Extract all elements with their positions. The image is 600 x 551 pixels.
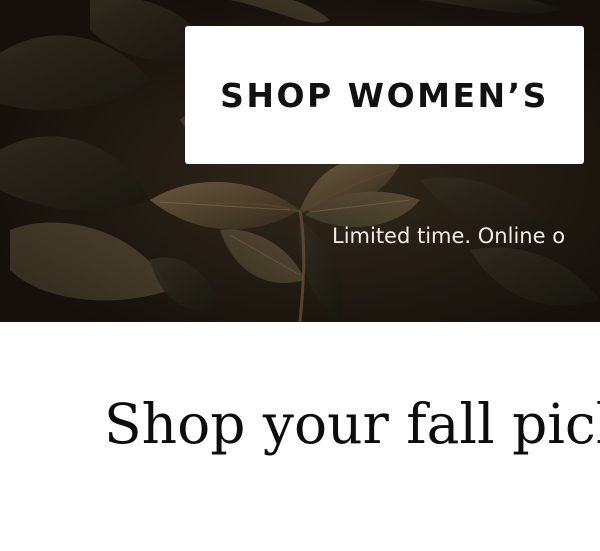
hero-banner: SHOP WOMEN’S Limited time. Online o (0, 0, 600, 322)
shop-womens-button[interactable]: SHOP WOMEN’S (185, 26, 584, 164)
promo-text: Limited time. Online o (332, 224, 566, 248)
shop-womens-button-label: SHOP WOMEN’S (220, 75, 549, 115)
section-heading: Shop your fall picks (104, 392, 600, 456)
page: SHOP WOMEN’S Limited time. Online o Shop… (0, 0, 600, 551)
